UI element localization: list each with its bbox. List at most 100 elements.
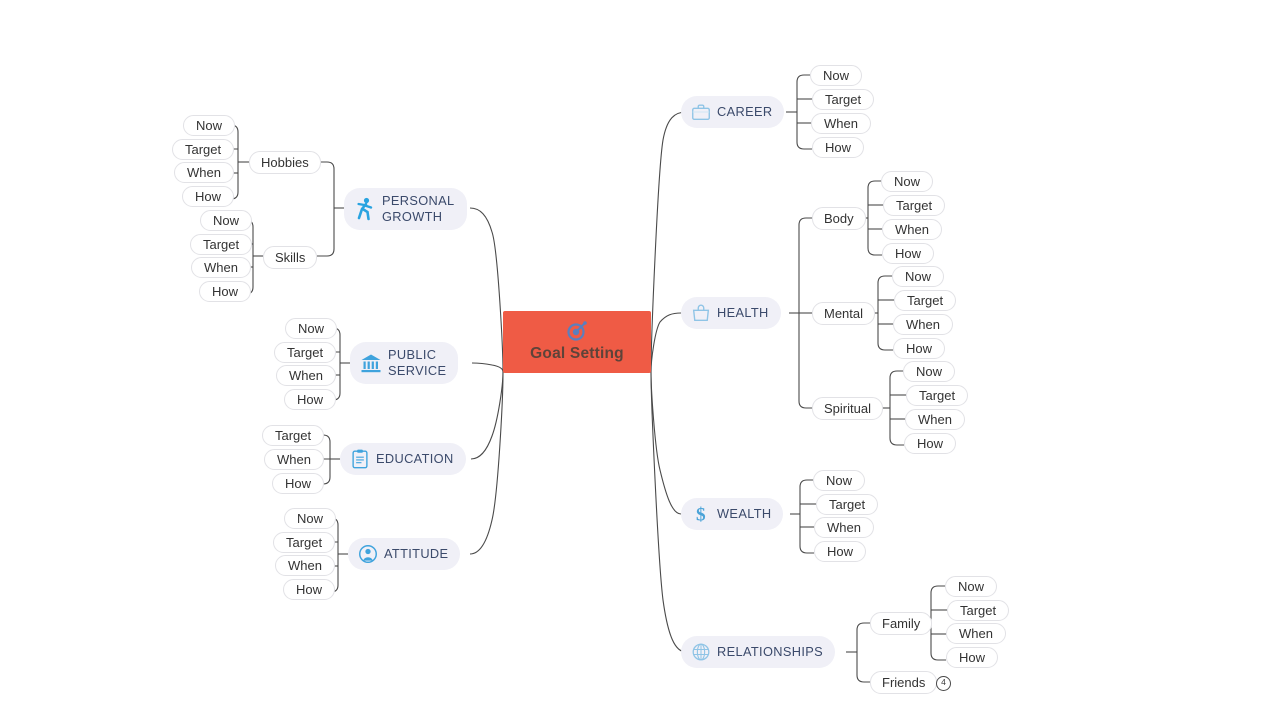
leaf-att-how[interactable]: How — [283, 579, 336, 600]
leaf-label: Target — [275, 428, 312, 443]
branch-career[interactable]: CAREER — [681, 96, 785, 128]
leaf-career-now[interactable]: Now — [810, 65, 863, 86]
branch-health[interactable]: HEALTH — [681, 297, 781, 329]
leaf-edu-target[interactable]: Target — [262, 425, 325, 446]
root-label: Goal Setting — [530, 345, 624, 362]
leaf-label: How — [285, 476, 312, 491]
leaf-ps-when[interactable]: When — [276, 365, 336, 386]
leaf-hobbies-when[interactable]: When — [174, 162, 234, 183]
leaf-spiritual-now[interactable]: Now — [903, 361, 956, 382]
leaf-family-when[interactable]: When — [946, 623, 1006, 644]
leaf-spiritual-when[interactable]: When — [905, 409, 965, 430]
leaf-label: How — [906, 341, 933, 356]
leaf-edu-how[interactable]: How — [272, 473, 325, 494]
leaf-spiritual-how[interactable]: How — [904, 433, 957, 454]
branch-attitude[interactable]: ATTITUDE — [348, 538, 461, 570]
sub-relationships-family[interactable]: Family — [870, 612, 933, 635]
leaf-family-target[interactable]: Target — [947, 600, 1010, 621]
branch-wealth[interactable]: $ WEALTH — [681, 498, 784, 530]
sub-health-body[interactable]: Body — [812, 207, 866, 230]
dollar-icon: $ — [690, 503, 712, 525]
leaf-ps-how[interactable]: How — [284, 389, 337, 410]
leaf-skills-how[interactable]: How — [199, 281, 252, 302]
leaf-career-target[interactable]: Target — [812, 89, 875, 110]
leaf-spiritual-target[interactable]: Target — [906, 385, 969, 406]
leaf-wealth-when[interactable]: When — [814, 517, 874, 538]
branch-relationships[interactable]: RELATIONSHIPS — [681, 636, 835, 668]
collapsed-children-badge-friends[interactable]: 4 — [936, 676, 951, 691]
leaf-skills-when[interactable]: When — [191, 257, 251, 278]
leaf-mental-target[interactable]: Target — [894, 290, 957, 311]
leaf-label: Target — [185, 142, 222, 157]
briefcase-icon — [690, 101, 712, 123]
bank-icon — [359, 351, 383, 375]
sub-relationships-friends[interactable]: Friends — [870, 671, 938, 694]
sub-pg-hobbies[interactable]: Hobbies — [249, 151, 321, 174]
branch-personal-growth[interactable]: PERSONAL GROWTH — [344, 188, 467, 230]
root-node-goal-setting[interactable]: Goal Setting — [503, 311, 651, 373]
leaf-label: How — [895, 246, 922, 261]
leaf-edu-when[interactable]: When — [264, 449, 324, 470]
leaf-label: How — [195, 189, 222, 204]
leaf-career-when[interactable]: When — [811, 113, 871, 134]
sub-health-mental[interactable]: Mental — [812, 302, 876, 325]
leaf-label: Now — [298, 321, 325, 336]
svg-text:$: $ — [696, 504, 706, 525]
leaf-label: Target — [907, 293, 944, 308]
leaf-label: How — [825, 140, 852, 155]
leaf-ps-target[interactable]: Target — [274, 342, 337, 363]
leaf-label: Now — [958, 579, 985, 594]
leaf-label: When — [959, 626, 993, 641]
branch-education[interactable]: EDUCATION — [340, 443, 466, 475]
leaf-mental-how[interactable]: How — [893, 338, 946, 359]
leaf-label: Now — [894, 174, 921, 189]
leaf-ps-now[interactable]: Now — [285, 318, 338, 339]
leaf-wealth-target[interactable]: Target — [816, 494, 879, 515]
sub-label: Hobbies — [261, 155, 309, 170]
sub-pg-skills[interactable]: Skills — [263, 246, 318, 269]
leaf-att-when[interactable]: When — [275, 555, 335, 576]
leaf-label: When — [895, 222, 929, 237]
leaf-hobbies-how[interactable]: How — [182, 186, 235, 207]
clipboard-icon — [349, 448, 371, 470]
branch-wealth-label: WEALTH — [717, 506, 772, 522]
leaf-label: Now — [196, 118, 223, 133]
sub-label: Body — [824, 211, 854, 226]
person-circle-icon — [357, 543, 379, 565]
leaf-family-how[interactable]: How — [946, 647, 999, 668]
leaf-label: Now — [905, 269, 932, 284]
leaf-body-when[interactable]: When — [882, 219, 942, 240]
branch-education-label: EDUCATION — [376, 451, 454, 467]
leaf-label: Now — [297, 511, 324, 526]
leaf-att-now[interactable]: Now — [284, 508, 337, 529]
leaf-label: Target — [287, 345, 324, 360]
leaf-att-target[interactable]: Target — [273, 532, 336, 553]
leaf-label: Target — [286, 535, 323, 550]
branch-public-service-label: PUBLIC SERVICE — [388, 347, 447, 378]
sub-health-spiritual[interactable]: Spiritual — [812, 397, 883, 420]
leaf-hobbies-target[interactable]: Target — [172, 139, 235, 160]
leaf-label: Target — [829, 497, 866, 512]
branch-public-service[interactable]: PUBLIC SERVICE — [350, 342, 459, 384]
leaf-body-target[interactable]: Target — [883, 195, 946, 216]
sub-label: Friends — [882, 675, 926, 690]
leaf-career-how[interactable]: How — [812, 137, 865, 158]
leaf-wealth-how[interactable]: How — [814, 541, 867, 562]
leaf-label: Target — [203, 237, 240, 252]
running-person-icon — [353, 196, 377, 222]
leaf-hobbies-now[interactable]: Now — [183, 115, 236, 136]
leaf-label: When — [827, 520, 861, 535]
leaf-label: Now — [826, 473, 853, 488]
leaf-mental-now[interactable]: Now — [892, 266, 945, 287]
leaf-wealth-now[interactable]: Now — [813, 470, 866, 491]
leaf-family-now[interactable]: Now — [945, 576, 998, 597]
branch-career-label: CAREER — [717, 104, 773, 120]
leaf-body-how[interactable]: How — [882, 243, 935, 264]
branch-attitude-label: ATTITUDE — [384, 546, 449, 562]
leaf-label: Target — [896, 198, 933, 213]
leaf-skills-target[interactable]: Target — [190, 234, 253, 255]
leaf-mental-when[interactable]: When — [893, 314, 953, 335]
sub-label: Family — [882, 616, 921, 631]
leaf-skills-now[interactable]: Now — [200, 210, 253, 231]
leaf-body-now[interactable]: Now — [881, 171, 934, 192]
